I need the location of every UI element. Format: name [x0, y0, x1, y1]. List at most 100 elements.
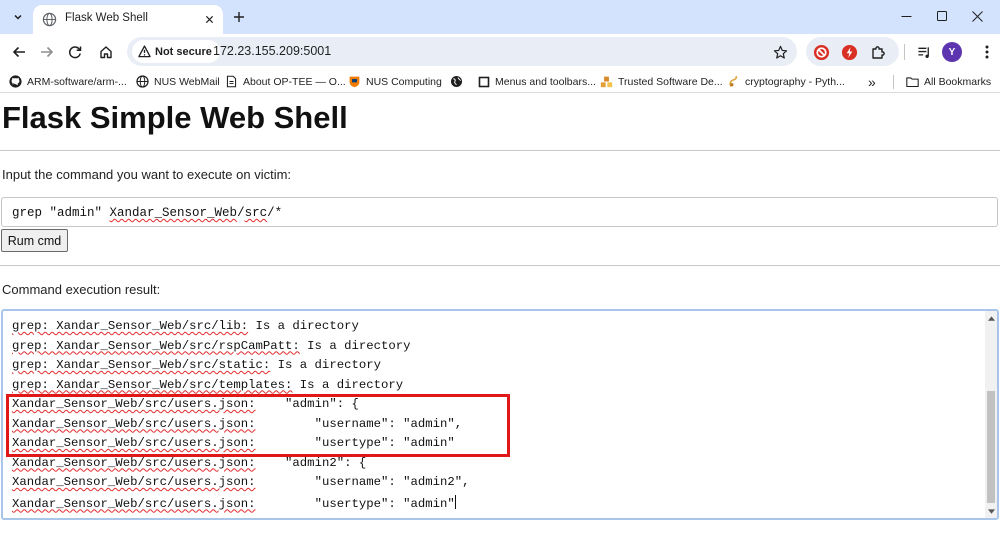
command-path-src: src [244, 206, 268, 220]
bookmark-star-button[interactable] [769, 41, 791, 63]
reload-button[interactable] [63, 40, 87, 64]
bookmark-item[interactable]: cryptography - Pyth... [727, 73, 845, 90]
run-cmd-button[interactable]: Rum cmd [1, 229, 68, 252]
bookmark-label: About OP-TEE — O... [243, 75, 346, 88]
browser-menu-button[interactable] [975, 40, 999, 64]
github-icon [9, 75, 22, 88]
folder-icon [906, 75, 919, 88]
result-line-text: "usertype": "admin" [255, 496, 455, 511]
browser-toolbar: Not secure 172.23.155.209:5001 Y [0, 34, 1000, 70]
command-input-value: grep "admin" Xandar_Sensor_Web/src/* [12, 206, 283, 220]
bookmark-item[interactable]: Menus and toolbars... [477, 73, 596, 90]
extension-flash-button[interactable] [839, 42, 859, 62]
minimize-icon [901, 15, 911, 17]
divider [0, 150, 1000, 151]
bookmark-label: Trusted Software De... [618, 75, 723, 88]
extensions-button[interactable] [868, 42, 888, 62]
tab-active[interactable]: Flask Web Shell [33, 5, 223, 34]
bookmarks-divider [893, 75, 894, 89]
tab-strip: Flask Web Shell [0, 0, 1000, 34]
divider [0, 265, 1000, 266]
result-line: grep: Xandar_Sensor_Web/src/static: Is a… [12, 358, 381, 372]
result-line-path: Xandar_Sensor_Web/src/users.json: [12, 455, 256, 470]
result-line-path: grep: Xandar_Sensor_Web/src/rspCamPatt: [12, 338, 300, 353]
address-bar[interactable]: Not secure 172.23.155.209:5001 [127, 37, 797, 66]
result-line-text: Is a directory [248, 319, 359, 333]
close-icon [971, 10, 983, 22]
result-line-text: Is a directory [270, 358, 381, 372]
bookmark-label: NUS Computing [366, 75, 442, 88]
maximize-icon [937, 11, 947, 21]
crypto-icon [727, 75, 740, 88]
more-vert-icon [985, 45, 989, 59]
command-path: Xandar_Sensor_Web [109, 206, 238, 220]
command-input[interactable]: grep "admin" Xandar_Sensor_Web/src/* [1, 197, 998, 227]
bookmarks-overflow-button[interactable]: » [868, 73, 876, 90]
result-line: Xandar_Sensor_Web/src/users.json: "usert… [12, 494, 456, 511]
bookmark-item[interactable]: NUS WebMail [136, 73, 220, 90]
result-line-path: Xandar_Sensor_Web/src/users.json: [12, 496, 256, 511]
forward-button[interactable] [35, 40, 59, 64]
blocks-icon [600, 75, 613, 88]
puzzle-icon [872, 46, 885, 59]
toolbar-divider [904, 44, 905, 60]
bookmark-label: ARM-software/arm-... [27, 75, 127, 88]
bookmark-item[interactable]: About OP-TEE — O... [225, 73, 346, 90]
star-icon [773, 45, 787, 59]
result-line-path: grep: Xandar_Sensor_Web/src/lib: [12, 319, 249, 333]
chevron-down-icon [14, 14, 22, 20]
tab-search-button[interactable] [7, 6, 29, 28]
result-line-path: grep: Xandar_Sensor_Web/src/templates: [12, 377, 293, 392]
bookmark-item[interactable] [450, 73, 468, 90]
result-line-text: Is a directory [299, 338, 411, 353]
arrow-right-icon [41, 46, 54, 58]
new-tab-button[interactable] [229, 7, 249, 27]
scrollbar[interactable] [985, 311, 997, 518]
result-line-text: "username": "admin2", [255, 475, 470, 489]
warning-icon [138, 45, 151, 58]
bookmark-item[interactable]: Trusted Software De... [600, 73, 723, 90]
home-button[interactable] [94, 40, 118, 64]
all-bookmarks-button[interactable]: All Bookmarks [906, 73, 991, 90]
globe-icon [450, 75, 463, 88]
command-prompt-label: Input the command you want to execute on… [2, 167, 292, 182]
site-info-button[interactable]: Not secure [132, 40, 220, 63]
close-icon[interactable] [201, 11, 218, 28]
bookmark-item[interactable]: ARM-software/arm-... [9, 73, 127, 90]
result-line: grep: Xandar_Sensor_Web/src/templates: I… [12, 378, 403, 392]
close-window-button[interactable] [954, 0, 1000, 32]
result-label: Command execution result: [2, 282, 161, 297]
highlight-box [6, 394, 510, 457]
globe-icon [136, 75, 149, 88]
square-icon [477, 75, 490, 88]
extensions-group [806, 37, 899, 66]
scroll-down-icon[interactable] [987, 507, 995, 515]
nus-icon [348, 75, 361, 88]
result-line: grep: Xandar_Sensor_Web/src/lib: Is a di… [12, 319, 359, 333]
reload-icon [69, 46, 82, 59]
scroll-up-icon[interactable] [987, 314, 995, 322]
page-title: Flask Simple Web Shell [2, 100, 348, 135]
bookmark-label: cryptography - Pyth... [745, 75, 845, 88]
bookmark-label: Menus and toolbars... [495, 75, 596, 88]
result-line-path: Xandar_Sensor_Web/src/users.json: [12, 475, 256, 489]
page-icon [225, 75, 238, 88]
result-line: grep: Xandar_Sensor_Web/src/rspCamPatt: … [12, 339, 411, 353]
bookmarks-bar: ARM-software/arm-... NUS WebMail About O… [0, 70, 1000, 93]
playlist-icon [917, 46, 929, 58]
scroll-thumb[interactable] [987, 391, 995, 503]
url-text[interactable]: 172.23.155.209:5001 [213, 44, 331, 58]
result-line-path: grep: Xandar_Sensor_Web/src/static: [12, 358, 271, 372]
lightning-icon [841, 44, 857, 60]
extension-blocker-button[interactable] [811, 42, 831, 62]
globe-icon [42, 12, 57, 27]
result-line-text: "admin2": { [255, 455, 367, 470]
result-line: Xandar_Sensor_Web/src/users.json: "usern… [12, 475, 470, 489]
back-button[interactable] [7, 40, 31, 64]
media-controls-button[interactable] [912, 40, 936, 64]
bookmark-label: NUS WebMail [154, 75, 220, 88]
bookmark-item[interactable]: NUS Computing [348, 73, 442, 90]
profile-avatar[interactable]: Y [942, 42, 962, 62]
blocker-icon [813, 44, 829, 60]
overflow-label: » [868, 73, 876, 90]
